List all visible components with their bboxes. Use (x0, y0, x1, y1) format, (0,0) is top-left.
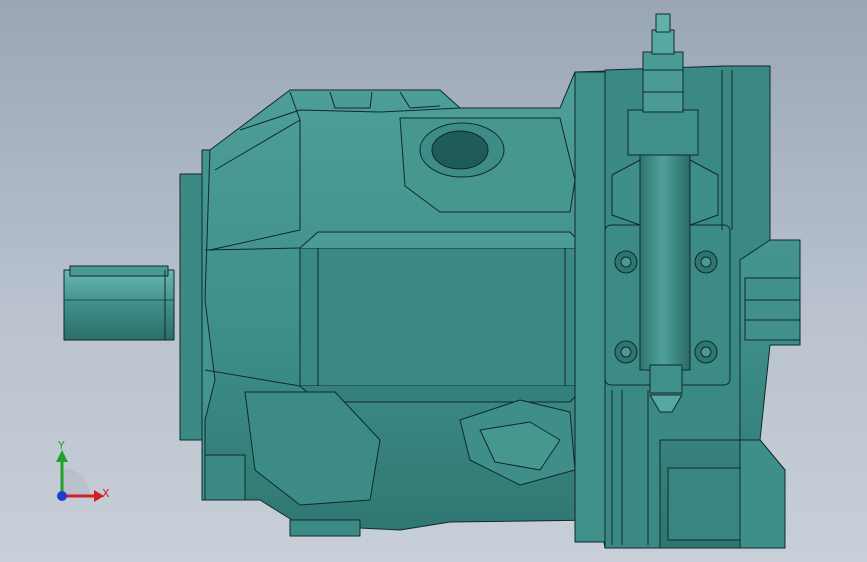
adjust-screw (651, 29, 675, 55)
cad-viewport[interactable]: Y X (0, 0, 867, 562)
cylinder-barrel (299, 247, 586, 387)
shaft-key (69, 265, 169, 277)
x-axis-label: X (102, 487, 110, 500)
input-shaft (63, 269, 175, 341)
hydraulic-pump-model[interactable] (0, 0, 867, 562)
end-cover (574, 71, 606, 543)
adjust-nut (642, 51, 684, 113)
coordinate-triad: Y X (56, 439, 110, 502)
valve-spool (639, 149, 691, 371)
y-axis-label: Y (57, 439, 65, 452)
